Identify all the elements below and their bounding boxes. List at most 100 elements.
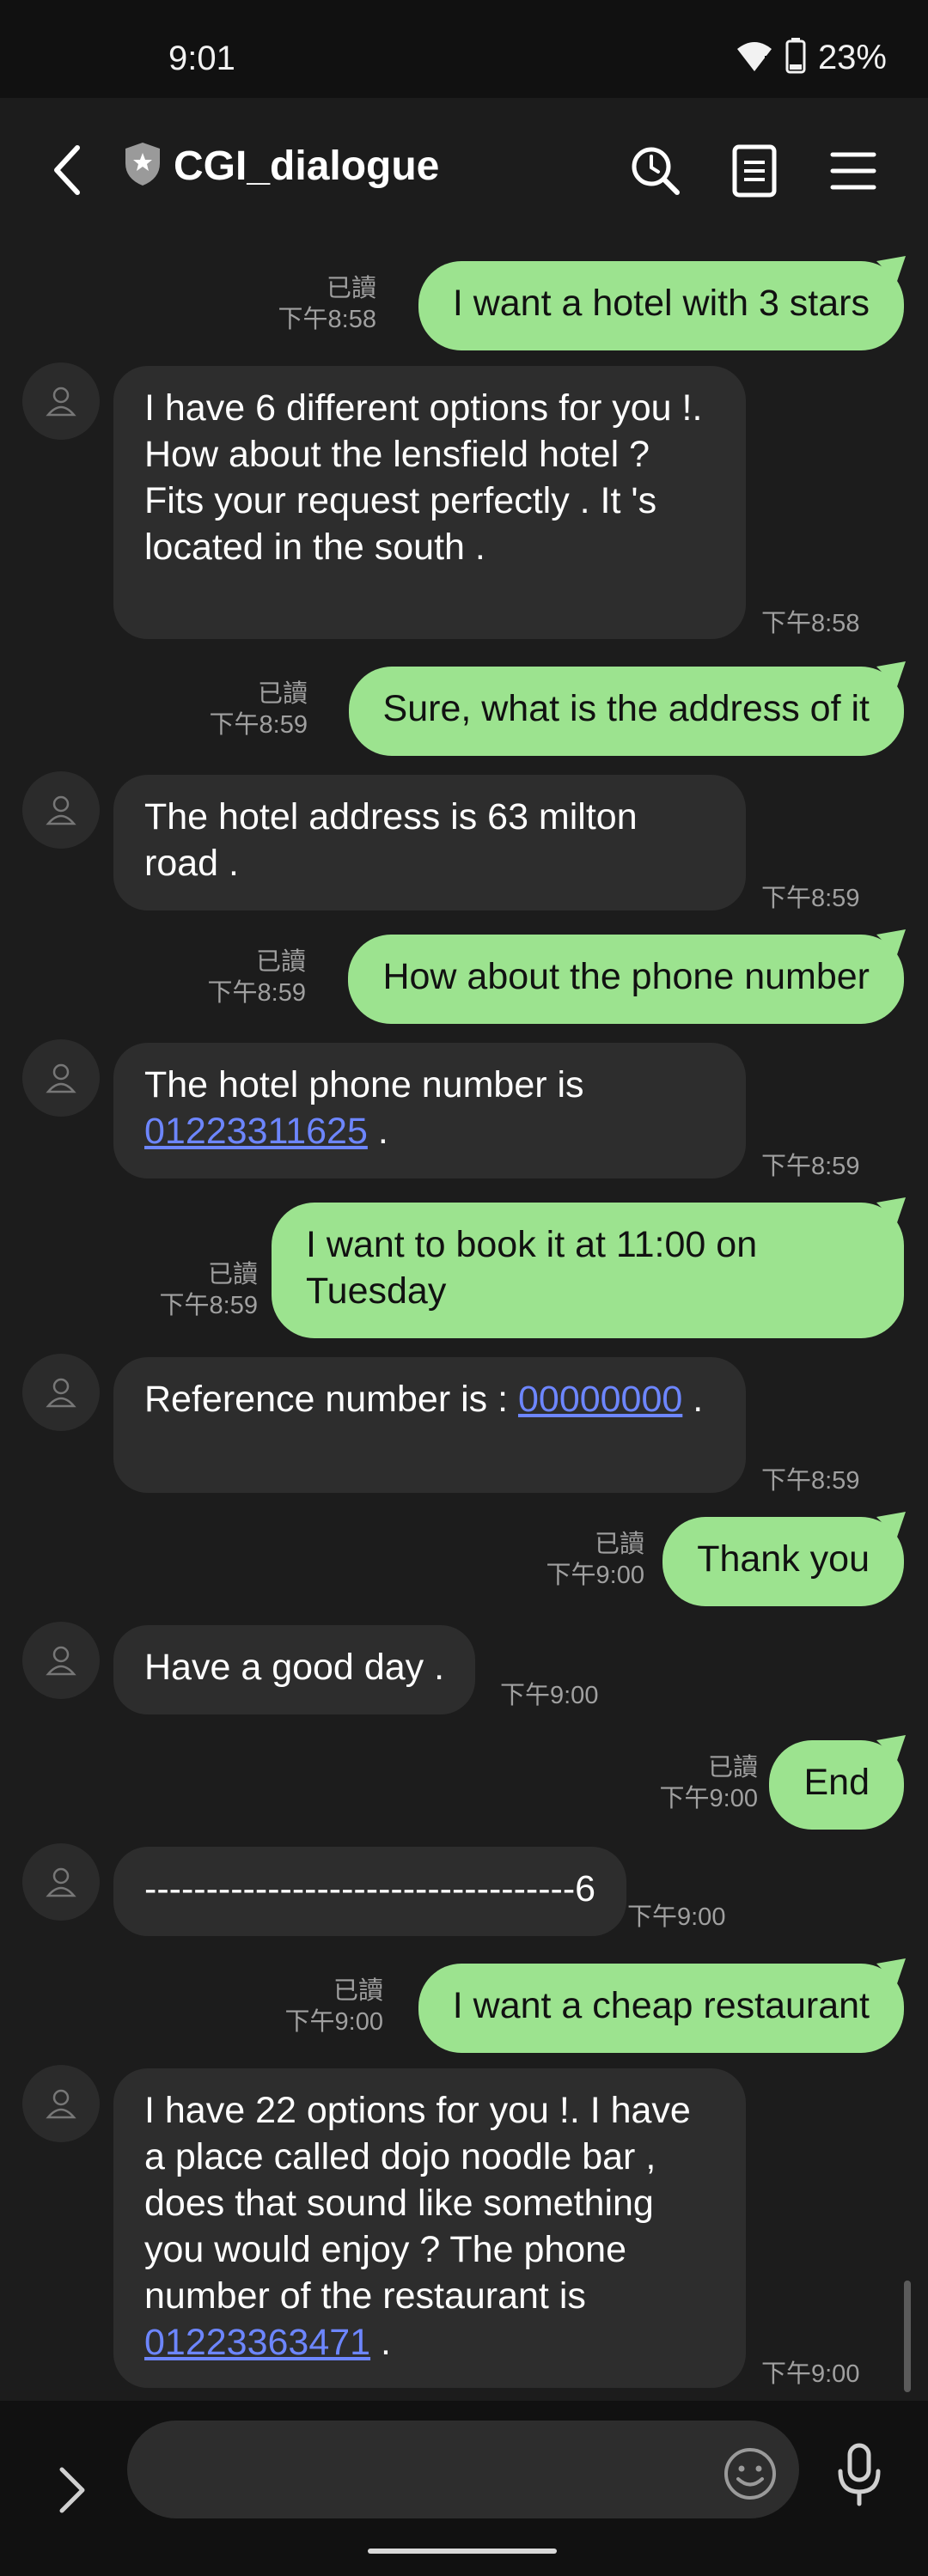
message-text: I want a cheap restaurant	[452, 1985, 870, 2026]
message-text: The hotel phone number is	[144, 1064, 584, 1105]
verified-shield-icon	[122, 141, 163, 192]
read-receipt: 已讀	[255, 948, 306, 976]
message-text: Have a good day .	[144, 1647, 445, 1688]
read-receipt: 已讀	[326, 275, 376, 302]
avatar[interactable]	[22, 2065, 100, 2142]
read-receipt: 已讀	[707, 1754, 758, 1781]
message-row-incoming: The hotel address is 63 milton road . 下午…	[0, 771, 928, 912]
message-bubble-outgoing[interactable]: I want to book it at 11:00 on Tuesday	[272, 1203, 904, 1338]
reference-number-link[interactable]: 00000000	[518, 1379, 682, 1420]
avatar[interactable]	[22, 1354, 100, 1431]
person-icon	[46, 1867, 76, 1897]
message-text: .	[370, 2322, 391, 2363]
message-text: Sure, what is the address of it	[382, 688, 870, 729]
message-time: 下午8:59	[761, 1467, 860, 1495]
avatar[interactable]	[22, 771, 100, 849]
message-bubble-incoming[interactable]: The hotel address is 63 milton road .	[113, 775, 746, 910]
message-text: I want to book it at 11:00 on Tuesday	[306, 1224, 758, 1312]
message-time: 下午8:59	[761, 1153, 860, 1180]
message-text: .	[682, 1379, 704, 1420]
avatar[interactable]	[22, 1622, 100, 1699]
wifi-icon	[736, 39, 773, 77]
expand-icon[interactable]	[50, 2463, 93, 2518]
message-text: I have 6 different options for you !. Ho…	[144, 387, 703, 568]
back-icon[interactable]	[46, 143, 95, 198]
avatar[interactable]	[22, 362, 100, 440]
avatar[interactable]	[22, 1039, 100, 1117]
chat-header: CGI_dialogue	[0, 98, 928, 241]
message-text: How about the phone number	[382, 956, 870, 997]
message-meta: 已讀 下午8:59	[160, 1259, 258, 1321]
message-row-incoming: -----------------------------------6 下午9…	[0, 1843, 928, 1938]
message-row-outgoing: 已讀 下午9:00 Thank you	[0, 1508, 928, 1606]
message-time: 下午8:58	[278, 306, 376, 333]
phone-link[interactable]: 01223363471	[144, 2322, 370, 2363]
message-meta: 已讀 下午9:00	[285, 1976, 383, 2037]
message-input[interactable]	[127, 2421, 799, 2518]
message-row-outgoing: 已讀 下午8:59 How about the phone number	[0, 926, 928, 1024]
message-row-incoming: The hotel phone number is 01223311625 . …	[0, 1039, 928, 1180]
battery-percent: 23%	[817, 39, 887, 76]
message-text: .	[367, 1111, 388, 1152]
message-time: 下午8:59	[159, 1292, 258, 1319]
message-time: 下午9:00	[546, 1562, 644, 1589]
message-time: 下午8:58	[761, 610, 860, 637]
message-bubble-incoming[interactable]: I have 6 different options for you !. Ho…	[113, 366, 746, 639]
message-row-outgoing: 已讀 下午8:59 I want to book it at 11:00 on …	[0, 1194, 928, 1340]
message-meta: 已讀 下午9:00	[546, 1529, 644, 1591]
message-time: 下午8:59	[209, 711, 308, 739]
message-row-incoming: Have a good day . 下午9:00	[0, 1622, 928, 1716]
message-time: 下午9:00	[627, 1903, 726, 1931]
message-text: End	[803, 1762, 870, 1803]
message-time: 下午8:59	[761, 885, 860, 912]
message-time: 下午9:00	[761, 2360, 860, 2388]
notes-icon[interactable]	[724, 141, 785, 201]
message-time: 下午9:00	[659, 1785, 758, 1812]
status-icons: 23%	[736, 38, 887, 78]
read-receipt: 已讀	[594, 1531, 644, 1558]
message-bubble-outgoing[interactable]: How about the phone number	[348, 935, 904, 1024]
phone-link[interactable]: 01223311625	[144, 1111, 368, 1152]
message-bubble-outgoing[interactable]: I want a hotel with 3 stars	[418, 261, 904, 350]
person-icon	[46, 1063, 76, 1093]
message-text: Thank you	[697, 1538, 870, 1580]
message-bubble-outgoing[interactable]: Sure, what is the address of it	[348, 667, 904, 756]
message-row-outgoing: 已讀 下午8:58 I want a hotel with 3 stars	[0, 253, 928, 350]
home-indicator[interactable]	[368, 2549, 557, 2554]
message-meta: 已讀 下午8:59	[210, 679, 308, 740]
message-text: Reference number is :	[144, 1379, 518, 1420]
avatar[interactable]	[22, 1843, 100, 1921]
message-bubble-outgoing[interactable]: End	[769, 1740, 904, 1830]
microphone-icon[interactable]	[832, 2442, 887, 2507]
message-bubble-incoming[interactable]: Have a good day .	[113, 1625, 476, 1714]
message-meta: 已讀 下午9:00	[660, 1752, 758, 1814]
emoji-icon[interactable]	[720, 2444, 780, 2504]
message-text: I have 22 options for you !. I have a pl…	[144, 2090, 691, 2317]
message-bubble-incoming[interactable]: Reference number is : 00000000 .	[113, 1357, 746, 1493]
scrollbar[interactable]	[904, 2281, 911, 2392]
search-history-icon[interactable]	[626, 141, 686, 201]
message-bubble-outgoing[interactable]: I want a cheap restaurant	[418, 1964, 904, 2053]
message-text: -----------------------------------6	[144, 1868, 596, 1909]
message-bubble-incoming[interactable]: I have 22 options for you !. I have a pl…	[113, 2068, 746, 2388]
read-receipt: 已讀	[257, 680, 308, 708]
message-text: I want a hotel with 3 stars	[452, 283, 870, 324]
person-icon	[46, 387, 76, 417]
message-row-outgoing: 已讀 下午9:00 I want a cheap restaurant	[0, 1955, 928, 2053]
person-icon	[46, 1378, 76, 1408]
message-time: 下午8:59	[207, 979, 306, 1007]
page-title: CGI_dialogue	[174, 143, 440, 189]
chat-message-list[interactable]: 已讀 下午8:58 I want a hotel with 3 stars I …	[0, 241, 928, 2401]
status-time: 9:01	[168, 40, 235, 77]
message-bubble-outgoing[interactable]: Thank you	[662, 1517, 904, 1606]
message-time: 下午9:00	[284, 2008, 383, 2036]
message-meta: 已讀 下午8:59	[208, 947, 306, 1008]
message-bubble-incoming[interactable]: -----------------------------------6	[113, 1847, 627, 1936]
message-meta: 已讀 下午8:58	[278, 273, 376, 335]
message-row-incoming: I have 22 options for you !. I have a pl…	[0, 2065, 928, 2391]
message-input-bar	[0, 2401, 928, 2576]
chat-title-area[interactable]: CGI_dialogue	[122, 141, 439, 192]
message-row-outgoing: 已讀 下午9:00 End	[0, 1732, 928, 1830]
menu-icon[interactable]	[823, 141, 883, 201]
message-bubble-incoming[interactable]: The hotel phone number is 01223311625 .	[113, 1043, 746, 1178]
